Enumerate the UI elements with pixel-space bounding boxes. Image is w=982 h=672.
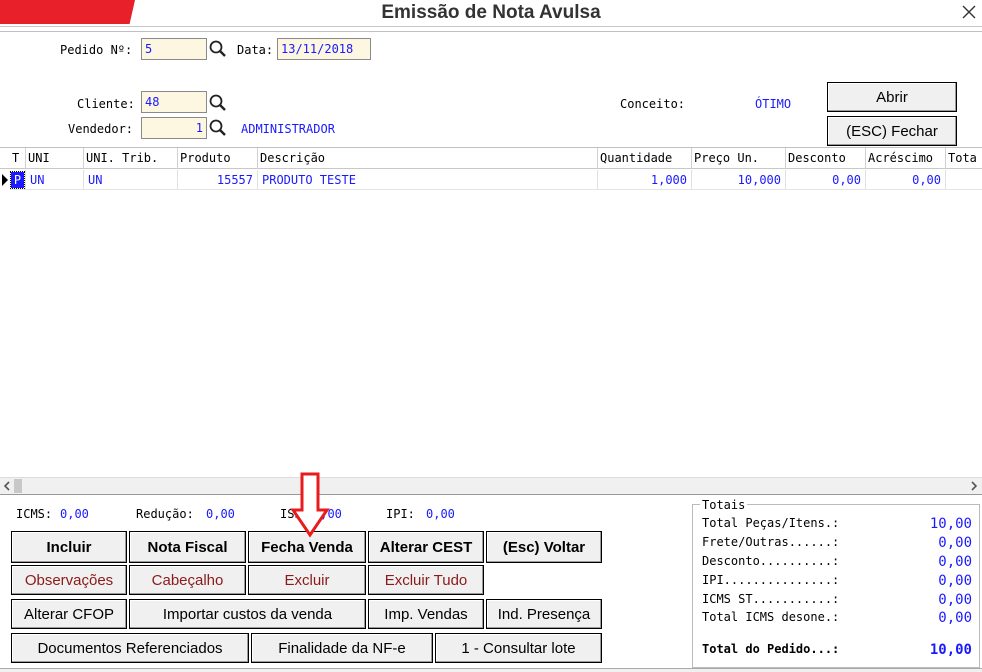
totals-row-label: ICMS ST...........: [702,592,840,606]
row-separator [10,189,982,190]
col-header-quantidade[interactable]: Quantidade [598,148,692,168]
search-icon[interactable] [208,39,228,59]
totals-row-label: Total ICMS desone.: [702,610,840,624]
totals-row: Total Peças/Itens.: 10,00 [702,516,978,534]
abrir-button[interactable]: Abrir [827,82,957,112]
items-grid[interactable] [0,147,982,477]
cell-descricao[interactable]: PRODUTO TESTE [258,170,598,190]
totals-row: Frete/Outras......: 0,00 [702,535,978,553]
observacoes-button[interactable]: Observações [11,565,127,595]
cell-quantidade[interactable]: 1,000 [598,170,692,190]
cell-acrescimo[interactable]: 0,00 [866,170,946,190]
close-button[interactable] [955,0,982,24]
col-header-t[interactable]: T [10,148,26,168]
totals-total-row: Total do Pedido...: 10,00 [702,642,978,660]
incluir-button[interactable]: Incluir [11,531,127,563]
ipi-label: IPI: [386,507,415,521]
fechar-button[interactable]: (ESC) Fechar [827,116,957,146]
conceito-label: Conceito: [620,97,686,111]
scroll-left-icon[interactable] [2,481,12,491]
col-header-uni[interactable]: UNI [26,148,84,168]
col-header-preco[interactable]: Preço Un. [692,148,786,168]
col-header-total[interactable]: Tota [946,148,982,168]
totals-row-value: 0,00 [938,554,972,570]
totals-row: IPI...............: 0,00 [702,573,978,591]
totals-row: Total ICMS desone.: 0,00 [702,610,978,628]
totals-title: Totais [700,498,748,512]
totals-row-label: Total Peças/Itens.: [702,516,840,530]
excluir-button[interactable]: Excluir [248,565,366,595]
totals-row: ICMS ST...........: 0,00 [702,592,978,610]
totals-row-label: Frete/Outras......: [702,535,840,549]
totals-row: Desconto..........: 0,00 [702,554,978,572]
ind-presenca-button[interactable]: Ind. Presença [486,599,602,629]
icms-label: ICMS: [16,507,53,521]
finalidade-nfe-button[interactable]: Finalidade da NF-e [251,633,433,663]
icms-value: 0,00 [60,507,89,521]
totals-row-value: 0,00 [938,592,972,608]
conceito-value: ÓTIMO [755,97,792,111]
importar-custos-button[interactable]: Importar custos da venda [129,599,366,629]
reducao-value: 0,00 [206,507,235,521]
totals-row-value: 0,00 [938,610,972,626]
status-strip [0,668,982,672]
cliente-field[interactable]: 48 [141,91,207,113]
col-header-descricao[interactable]: Descrição [258,148,598,168]
total-pedido-label: Total do Pedido...: [702,642,840,656]
cell-uni[interactable]: UN [26,170,84,190]
search-icon[interactable] [208,118,228,138]
data-label: Data: [237,43,274,57]
cell-produto[interactable]: 15557 [178,170,258,190]
nota-fiscal-button[interactable]: Nota Fiscal [129,531,246,563]
scroll-right-icon[interactable] [969,481,979,491]
total-pedido-value: 10,00 [929,642,972,658]
voltar-button[interactable]: (Esc) Voltar [486,531,602,563]
consultar-lote-button[interactable]: 1 - Consultar lote [435,633,602,663]
red-arrow-annotation [290,472,330,538]
data-field[interactable]: 13/11/2018 [277,38,371,60]
vendedor-label: Vendedor: [68,122,134,136]
totals-row-value: 0,00 [938,573,972,589]
col-header-acrescimo[interactable]: Acréscimo [866,148,946,168]
vendedor-name: ADMINISTRADOR [241,122,335,136]
grid-header-separator [0,168,982,169]
totals-row-value: 10,00 [929,516,972,532]
col-header-uni-trib[interactable]: UNI. Trib. [84,148,178,168]
ipi-value: 0,00 [426,507,455,521]
table-row[interactable]: P [10,170,26,190]
row-pointer-icon [2,174,8,186]
search-icon[interactable] [208,93,228,113]
cabecalho-button[interactable]: Cabeçalho [129,565,246,595]
header-separator [0,27,982,32]
horizontal-scrollbar[interactable] [0,477,982,495]
imp-vendas-button[interactable]: Imp. Vendas [368,599,484,629]
col-header-desconto[interactable]: Desconto [786,148,866,168]
pedido-field[interactable]: 5 [141,38,207,60]
cell-preco[interactable]: 10,000 [692,170,786,190]
vendedor-field[interactable]: 1 [141,117,207,139]
documentos-referenciados-button[interactable]: Documentos Referenciados [11,633,249,663]
totals-row-value: 0,00 [938,535,972,551]
cell-t[interactable]: P [10,171,25,189]
cell-desconto[interactable]: 0,00 [786,170,866,190]
reducao-label: Redução: [136,507,194,521]
close-icon [962,5,975,19]
window-title: Emissão de Nota Avulsa [381,2,601,23]
scrollbar-thumb[interactable] [14,479,22,493]
alterar-cfop-button[interactable]: Alterar CFOP [11,599,127,629]
col-header-produto[interactable]: Produto [178,148,258,168]
pedido-label: Pedido Nº: [60,43,133,57]
cliente-label: Cliente: [77,97,135,111]
totals-row-label: Desconto..........: [702,554,840,568]
cell-uni-trib[interactable]: UN [84,170,178,190]
excluir-tudo-button[interactable]: Excluir Tudo [368,565,484,595]
totals-row-label: IPI...............: [702,573,840,587]
alterar-cest-button[interactable]: Alterar CEST [368,531,484,563]
